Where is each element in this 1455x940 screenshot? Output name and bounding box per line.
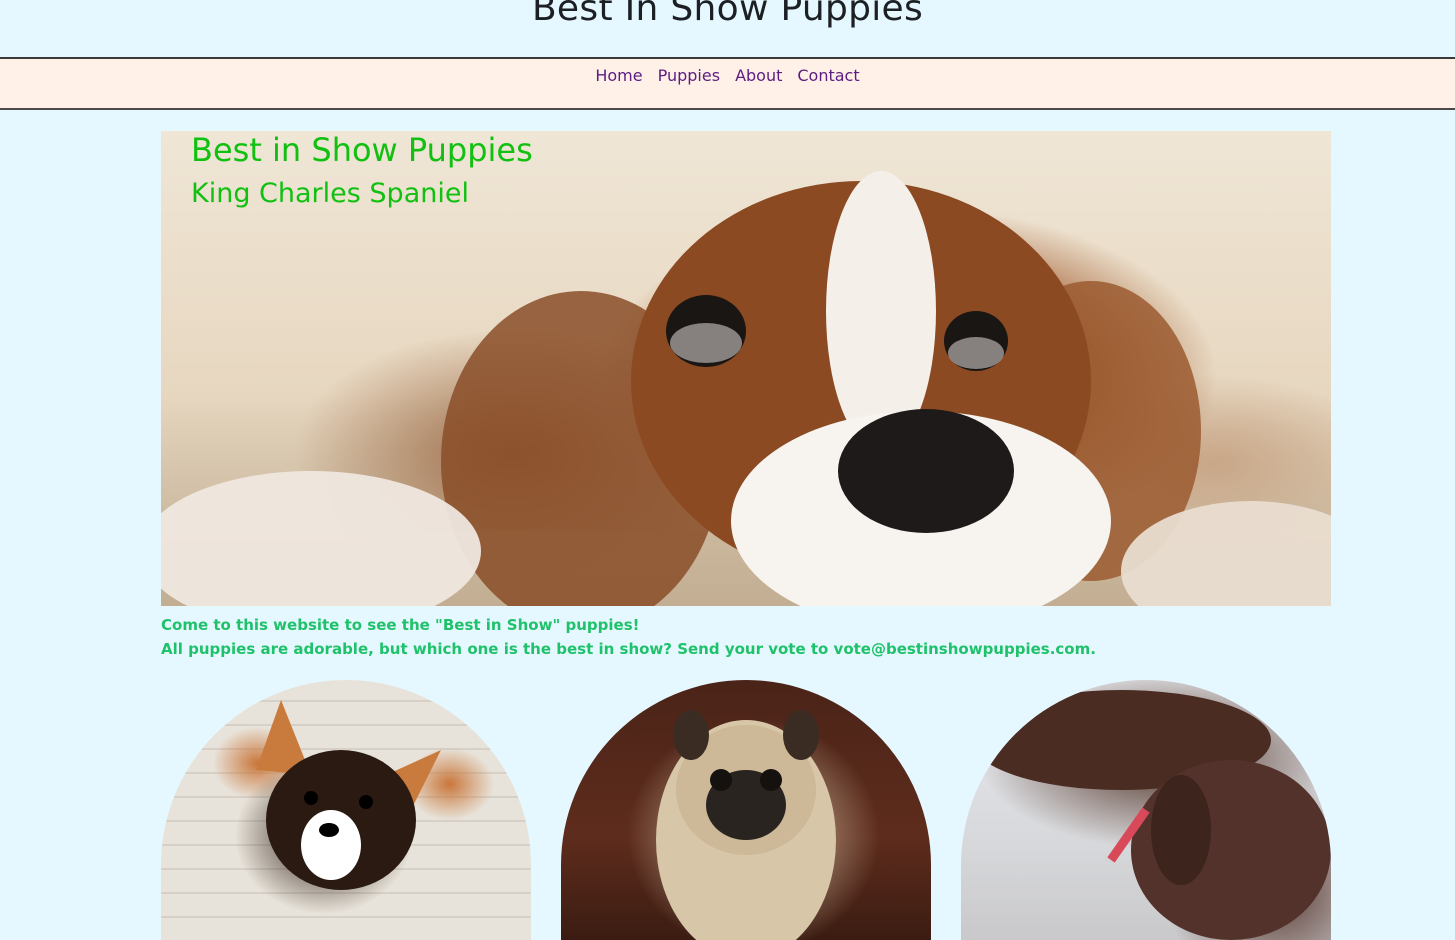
intro-line-1: Come to this website to see the "Best in…	[161, 616, 640, 634]
lab-puppy-image[interactable]	[961, 680, 1331, 940]
hero-subtitle: King Charles Spaniel	[191, 178, 469, 209]
lab-illustration	[971, 690, 1331, 940]
main-nav: Home Puppies About Contact	[0, 59, 1455, 110]
corgi-illustration	[256, 700, 441, 890]
hero-banner-image: Best in Show Puppies King Charles Spanie…	[161, 131, 1331, 606]
nav-link-puppies[interactable]: Puppies	[658, 66, 720, 85]
site-title: Best In Show Puppies	[531, 0, 924, 29]
corgi-puppy-image[interactable]	[161, 680, 531, 940]
site-header: Best In Show Puppies	[0, 0, 1455, 59]
pug-puppy-image[interactable]	[561, 680, 931, 940]
hero-title: Best in Show Puppies	[191, 131, 533, 169]
nav-list: Home Puppies About Contact	[595, 66, 859, 85]
intro-text: Come to this website to see the "Best in…	[161, 613, 1331, 661]
intro-line-2: All puppies are adorable, but which one …	[161, 640, 1096, 658]
nav-link-contact[interactable]: Contact	[797, 66, 859, 85]
puppy-gallery	[161, 680, 1331, 940]
nav-link-about[interactable]: About	[735, 66, 782, 85]
nav-link-home[interactable]: Home	[595, 66, 642, 85]
pug-illustration	[656, 710, 836, 940]
